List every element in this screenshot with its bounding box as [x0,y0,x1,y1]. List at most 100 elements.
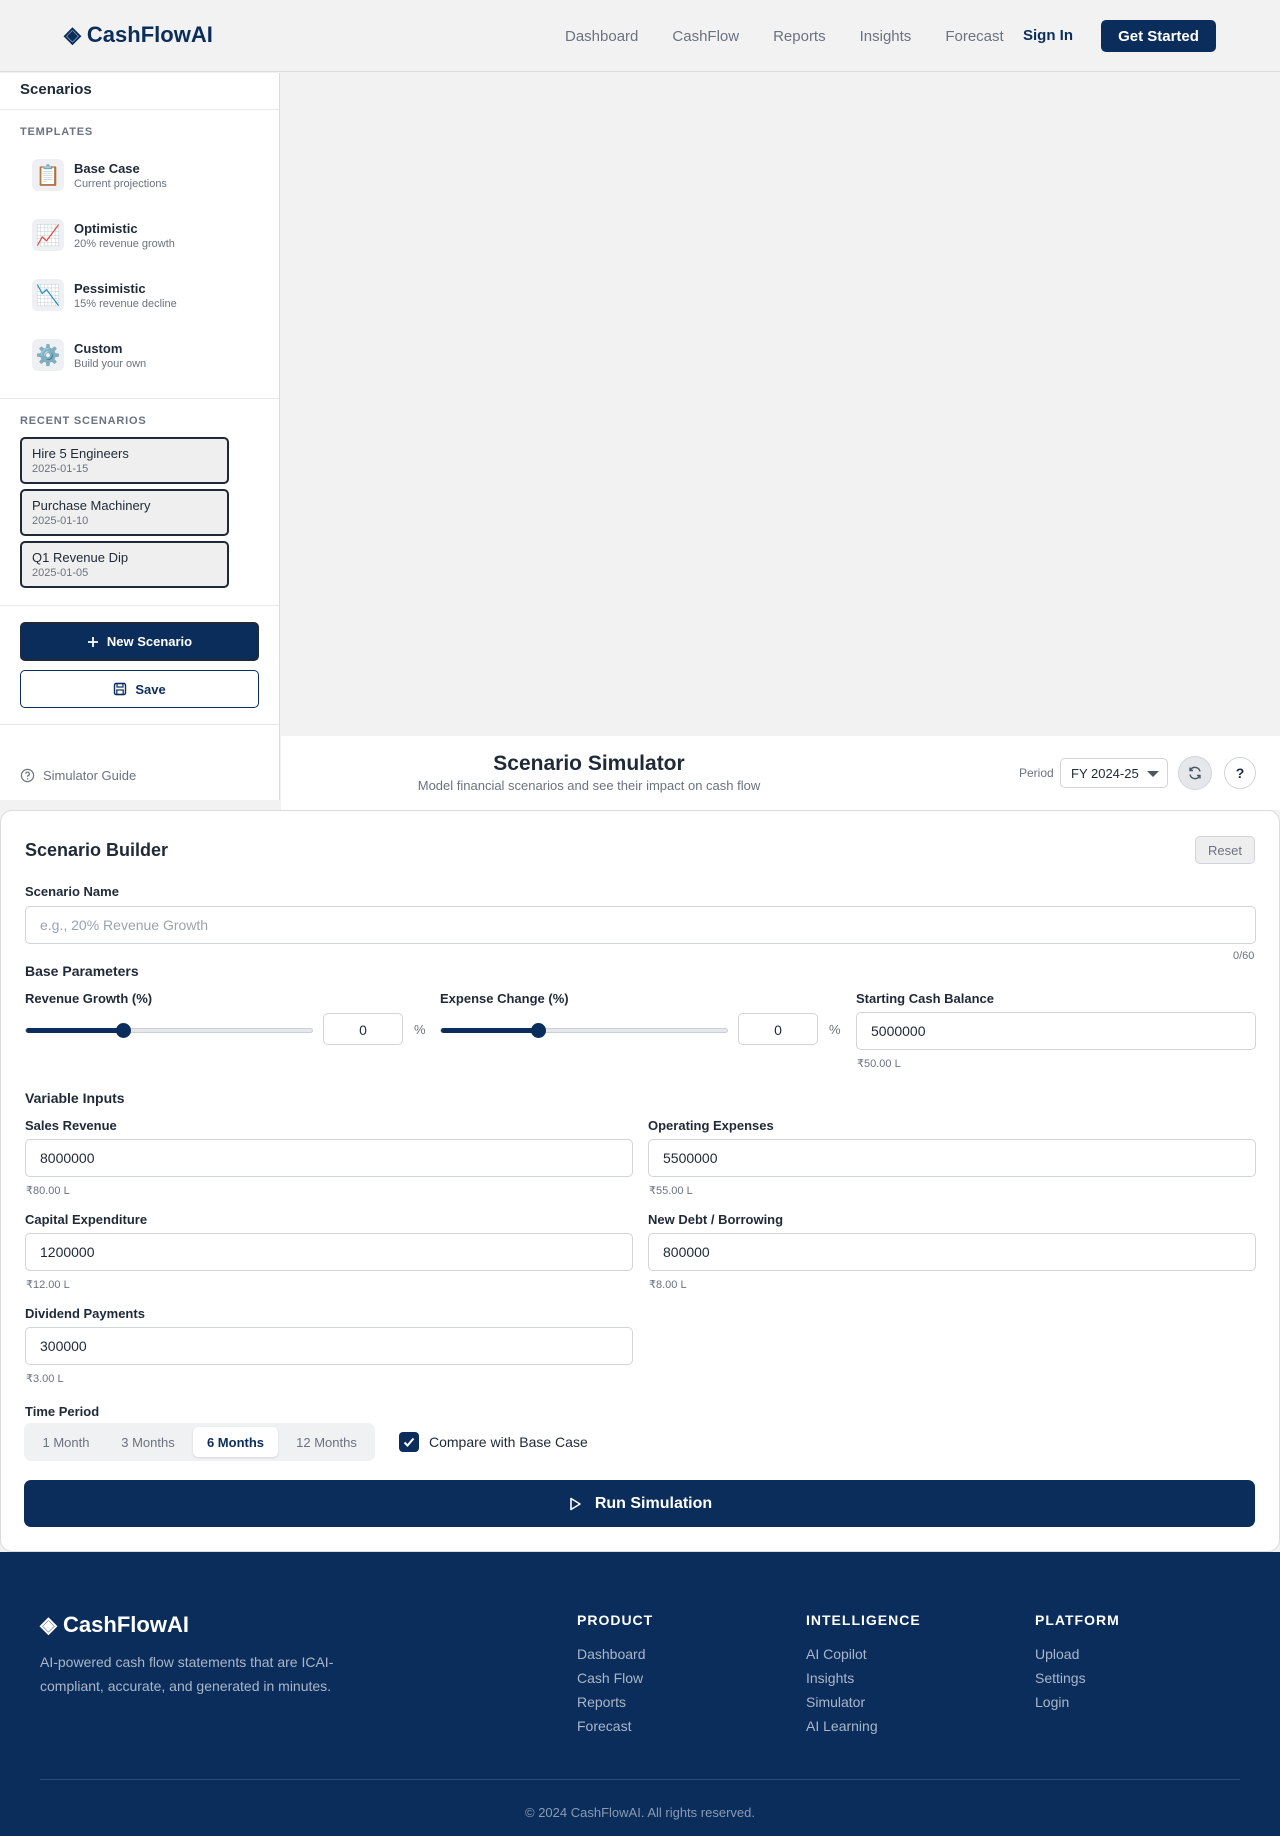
slider-thumb[interactable] [116,1023,131,1038]
starting-cash-input[interactable]: 5000000 [856,1012,1256,1050]
scenario-name-label: Scenario Name [25,884,119,899]
recent-scenario-date: 2025-01-10 [32,515,89,527]
new-scenario-label: New Scenario [106,634,193,649]
time-option-12-months[interactable]: 12 Months [283,1427,370,1457]
chevron-down-icon [1147,771,1159,777]
template-base-case[interactable]: 📋 Base Case Current projections [32,159,167,191]
variable-inputs-heading: Variable Inputs [25,1090,125,1106]
gear-icon: ⚙️ [32,339,64,371]
footer-link[interactable]: AI Learning [806,1718,921,1734]
nav-link-cashflow[interactable]: CashFlow [672,28,739,45]
recent-scenarios-heading: RECENT SCENARIOS [20,415,147,427]
expense-change-slider[interactable] [440,1023,728,1038]
nav-link-insights[interactable]: Insights [860,28,912,45]
char-counter: 0/60 [1233,950,1255,962]
chart-down-icon: 📉 [32,279,64,311]
capital-expenditure-hint: ₹12.00 L [26,1279,70,1291]
time-option-1-month[interactable]: 1 Month [28,1427,104,1457]
revenue-growth-label: Revenue Growth (%) [25,991,153,1006]
base-parameters-heading: Base Parameters [25,963,139,979]
time-option-3-months[interactable]: 3 Months [108,1427,188,1457]
time-period-selector: 1 Month 3 Months 6 Months 12 Months [24,1423,375,1461]
new-debt-label: New Debt / Borrowing [648,1212,784,1227]
template-name: Custom [74,340,123,356]
recent-scenario-item[interactable]: Purchase Machinery 2025-01-10 [20,489,229,536]
percent-unit: % [829,1022,841,1037]
refresh-button[interactable] [1178,756,1212,790]
revenue-growth-slider[interactable] [25,1023,313,1038]
footer-link[interactable]: Login [1035,1694,1120,1710]
recent-scenario-name: Q1 Revenue Dip [32,550,129,565]
template-desc: Current projections [74,177,167,190]
compare-base-label[interactable]: Compare with Base Case [429,1434,588,1450]
operating-expenses-input[interactable]: 5500000 [648,1139,1256,1177]
template-name: Pessimistic [74,280,146,296]
footer-logo[interactable]: ◈ CashFlowAI [40,1612,189,1638]
divider [0,605,279,606]
operating-expenses-hint: ₹55.00 L [649,1185,693,1197]
footer-column-heading: PLATFORM [1035,1612,1120,1628]
revenue-growth-input[interactable]: 0 [323,1013,403,1045]
period-value: FY 2024-25 [1071,766,1139,781]
footer-link[interactable]: AI Copilot [806,1646,921,1662]
run-simulation-button[interactable]: Run Simulation [24,1480,1255,1527]
footer-description: AI-powered cash flow statements that are… [40,1654,334,1694]
footer-link[interactable]: Reports [577,1694,653,1710]
capital-expenditure-input[interactable]: 1200000 [25,1233,633,1271]
slider-thumb[interactable] [531,1023,546,1038]
recent-scenario-name: Hire 5 Engineers [32,446,129,461]
recent-scenario-name: Purchase Machinery [32,498,151,513]
divider [0,109,279,110]
new-scenario-button[interactable]: New Scenario [20,622,259,661]
period-select[interactable]: FY 2024-25 [1060,758,1168,788]
template-desc: 20% revenue growth [74,237,175,250]
builder-title: Scenario Builder [25,840,169,860]
simulator-guide-link[interactable]: Simulator Guide [20,768,136,783]
template-desc: 15% revenue decline [74,297,177,310]
footer-link[interactable]: Forecast [577,1718,653,1734]
footer-link[interactable]: Upload [1035,1646,1120,1662]
template-custom[interactable]: ⚙️ Custom Build your own [32,339,146,371]
time-option-6-months[interactable]: 6 Months [193,1427,278,1457]
footer-link[interactable]: Simulator [806,1694,921,1710]
sales-revenue-label: Sales Revenue [25,1118,117,1133]
template-pessimistic[interactable]: 📉 Pessimistic 15% revenue decline [32,279,177,311]
nav-link-dashboard[interactable]: Dashboard [565,28,638,45]
help-button[interactable]: ? [1224,757,1256,789]
footer-column-heading: PRODUCT [577,1612,654,1628]
sales-revenue-hint: ₹80.00 L [26,1185,70,1197]
footer-link[interactable]: Dashboard [577,1646,653,1662]
starting-cash-label: Starting Cash Balance [856,991,994,1006]
nav-link-forecast[interactable]: Forecast [945,28,1003,45]
dividend-label: Dividend Payments [25,1306,145,1321]
recent-scenario-item[interactable]: Q1 Revenue Dip 2025-01-05 [20,541,229,588]
time-period-label: Time Period [25,1404,100,1419]
plus-icon [87,636,98,647]
template-optimistic[interactable]: 📈 Optimistic 20% revenue growth [32,219,175,251]
slider-fill [26,1028,123,1033]
save-button[interactable]: Save [20,670,259,708]
expense-change-input[interactable]: 0 [738,1013,818,1045]
compare-base-checkbox[interactable] [399,1432,419,1452]
reset-button[interactable]: Reset [1195,836,1255,864]
run-simulation-label: Run Simulation [594,1494,713,1512]
sign-in-link[interactable]: Sign In [1023,27,1073,44]
nav-link-reports[interactable]: Reports [773,28,826,45]
get-started-button[interactable]: Get Started [1101,20,1216,52]
recent-scenario-item[interactable]: Hire 5 Engineers 2025-01-15 [20,437,229,484]
recent-scenario-date: 2025-01-05 [32,567,89,579]
main-content-area [281,73,1280,736]
footer-link[interactable]: Cash Flow [577,1670,653,1686]
scenario-name-input[interactable]: e.g., 20% Revenue Growth [25,906,1256,944]
scenarios-sidebar: Scenarios TEMPLATES 📋 Base Case Current … [0,73,280,800]
top-navbar: ◈ CashFlowAI Dashboard CashFlow Reports … [0,0,1280,72]
footer-divider [40,1779,1240,1780]
save-label: Save [135,681,166,697]
brand-logo[interactable]: ◈ CashFlowAI [64,22,213,48]
footer-link[interactable]: Settings [1035,1670,1120,1686]
footer-brand-name: CashFlowAI [63,1612,189,1637]
new-debt-input[interactable]: 800000 [648,1233,1256,1271]
footer-link[interactable]: Insights [806,1670,921,1686]
dividend-input[interactable]: 300000 [25,1327,633,1365]
sales-revenue-input[interactable]: 8000000 [25,1139,633,1177]
